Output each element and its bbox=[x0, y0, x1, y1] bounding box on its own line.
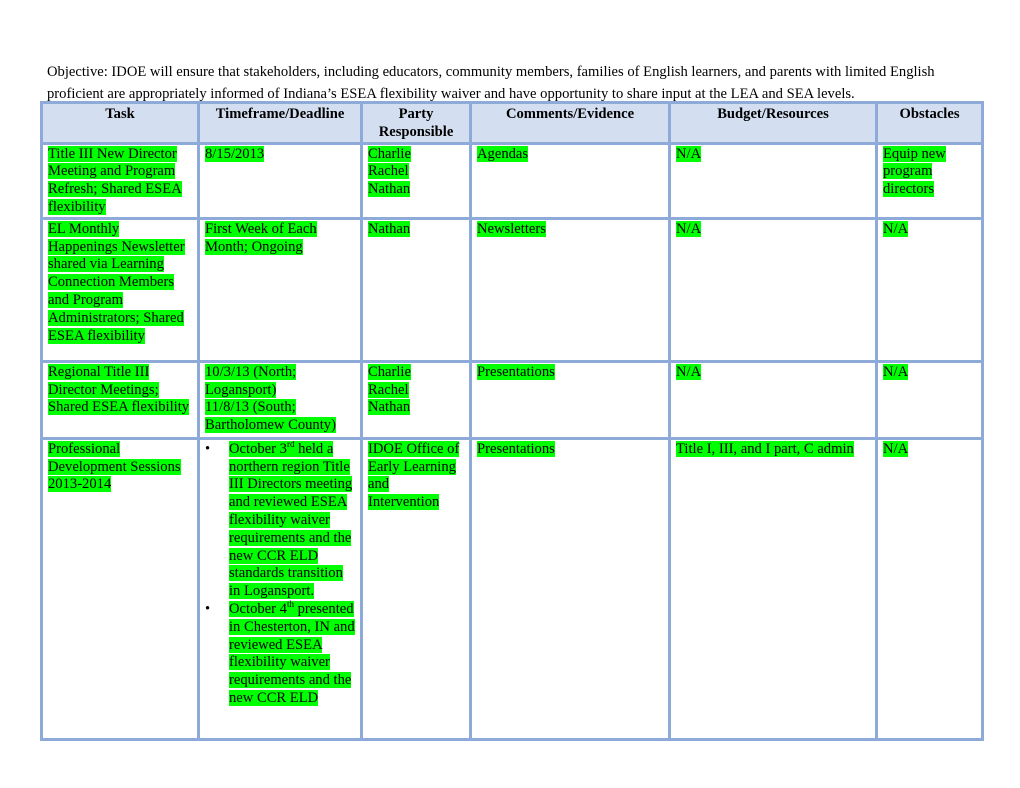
cell-obstacles: Equip new program directors bbox=[875, 141, 984, 220]
cell-budget: N/A bbox=[668, 141, 878, 220]
timeframe-text: 8/15/2013 bbox=[205, 145, 265, 162]
cell-party: IDOE Office of Early Learning and Interv… bbox=[360, 436, 472, 741]
cell-timeframe: First Week of Each Month; Ongoing bbox=[197, 216, 363, 363]
header-budget: Budget/Resources bbox=[668, 101, 878, 145]
objective-text: Objective: IDOE will ensure that stakeho… bbox=[47, 63, 935, 102]
cell-timeframe: 10/3/13 (North; Logansport) 11/8/13 (Sou… bbox=[197, 359, 363, 440]
cell-timeframe: • October 3rd held a northern region Tit… bbox=[197, 436, 363, 741]
header-comments: Comments/Evidence bbox=[469, 101, 671, 145]
task-text: Regional Title III Director Meetings; Sh… bbox=[48, 363, 190, 416]
comments-text: Agendas bbox=[477, 145, 529, 162]
bullet-date: October 3 bbox=[229, 440, 287, 457]
cell-task: Regional Title III Director Meetings; Sh… bbox=[40, 359, 200, 440]
timeframe-bullet-item: • October 3rd held a northern region Tit… bbox=[205, 441, 355, 601]
cell-comments: Newsletters bbox=[469, 216, 671, 363]
cell-timeframe: 8/15/2013 bbox=[197, 141, 363, 220]
party-name: IDOE Office of Early Learning and Interv… bbox=[368, 440, 460, 511]
bullet-icon: • bbox=[205, 600, 211, 617]
obstacles-text: N/A bbox=[883, 363, 909, 380]
obstacles-text: N/A bbox=[883, 440, 909, 457]
bullet-text: held a northern region Title III Directo… bbox=[229, 440, 353, 600]
budget-text: N/A bbox=[676, 145, 702, 162]
obstacles-text: N/A bbox=[883, 220, 909, 237]
cell-obstacles: N/A bbox=[875, 216, 984, 363]
cell-task: Title III New Director Meeting and Progr… bbox=[40, 141, 200, 220]
header-timeframe: Timeframe/Deadline bbox=[197, 101, 363, 145]
cell-comments: Presentations bbox=[469, 359, 671, 440]
cell-comments: Presentations bbox=[469, 436, 671, 741]
cell-party: Charlie Rachel Nathan bbox=[360, 141, 472, 220]
timeframe-line: 11/8/13 (South; Bartholomew County) bbox=[205, 399, 336, 434]
table-header-row: Task Timeframe/Deadline Party Responsibl… bbox=[40, 101, 984, 145]
cell-budget: N/A bbox=[668, 359, 878, 440]
party-name: Nathan bbox=[368, 399, 411, 416]
timeframe-line: 10/3/13 (North; Logansport) bbox=[205, 363, 297, 398]
budget-text: N/A bbox=[676, 363, 702, 380]
cell-budget: Title I, III, and I part, C admin bbox=[668, 436, 878, 741]
action-plan-table: Task Timeframe/Deadline Party Responsibl… bbox=[40, 101, 984, 741]
comments-text: Newsletters bbox=[477, 220, 546, 237]
header-obstacles: Obstacles bbox=[875, 101, 984, 145]
table-row: EL Monthly Happenings Newsletter shared … bbox=[40, 216, 984, 363]
cell-party: Charlie Rachel Nathan bbox=[360, 359, 472, 440]
table-row: Title III New Director Meeting and Progr… bbox=[40, 141, 984, 220]
party-name: Rachel bbox=[368, 163, 409, 180]
party-name: Nathan bbox=[368, 181, 411, 198]
cell-party: Nathan bbox=[360, 216, 472, 363]
budget-text: Title I, III, and I part, C admin bbox=[676, 440, 854, 457]
party-name: Charlie bbox=[368, 363, 411, 380]
comments-text: Presentations bbox=[477, 363, 555, 380]
table-row: Professional Development Sessions 2013-2… bbox=[40, 436, 984, 741]
cell-task: EL Monthly Happenings Newsletter shared … bbox=[40, 216, 200, 363]
cell-obstacles: N/A bbox=[875, 436, 984, 741]
task-text: Professional Development Sessions 2013-2… bbox=[48, 440, 181, 493]
cell-comments: Agendas bbox=[469, 141, 671, 220]
task-text: EL Monthly Happenings Newsletter shared … bbox=[48, 220, 185, 344]
timeframe-bullet-item: • October 4th presented in Chesterton, I… bbox=[205, 598, 355, 708]
bullet-icon: • bbox=[205, 440, 211, 457]
party-name: Rachel bbox=[368, 381, 409, 398]
table-row: Regional Title III Director Meetings; Sh… bbox=[40, 359, 984, 440]
cell-obstacles: N/A bbox=[875, 359, 984, 440]
header-task: Task bbox=[40, 101, 200, 145]
obstacles-text: Equip new program directors bbox=[883, 145, 946, 198]
timeframe-text: First Week of Each Month; Ongoing bbox=[205, 220, 317, 255]
cell-budget: N/A bbox=[668, 216, 878, 363]
timeframe-bullet-list: • October 3rd held a northern region Tit… bbox=[205, 441, 355, 708]
party-name: Nathan bbox=[368, 220, 411, 237]
party-name: Charlie bbox=[368, 145, 411, 162]
header-party: Party Responsible bbox=[360, 101, 472, 145]
bullet-date: October 4 bbox=[229, 600, 287, 617]
budget-text: N/A bbox=[676, 220, 702, 237]
cell-task: Professional Development Sessions 2013-2… bbox=[40, 436, 200, 741]
comments-text: Presentations bbox=[477, 440, 555, 457]
task-text: Title III New Director Meeting and Progr… bbox=[48, 145, 182, 215]
ordinal-suffix: th bbox=[286, 598, 294, 609]
